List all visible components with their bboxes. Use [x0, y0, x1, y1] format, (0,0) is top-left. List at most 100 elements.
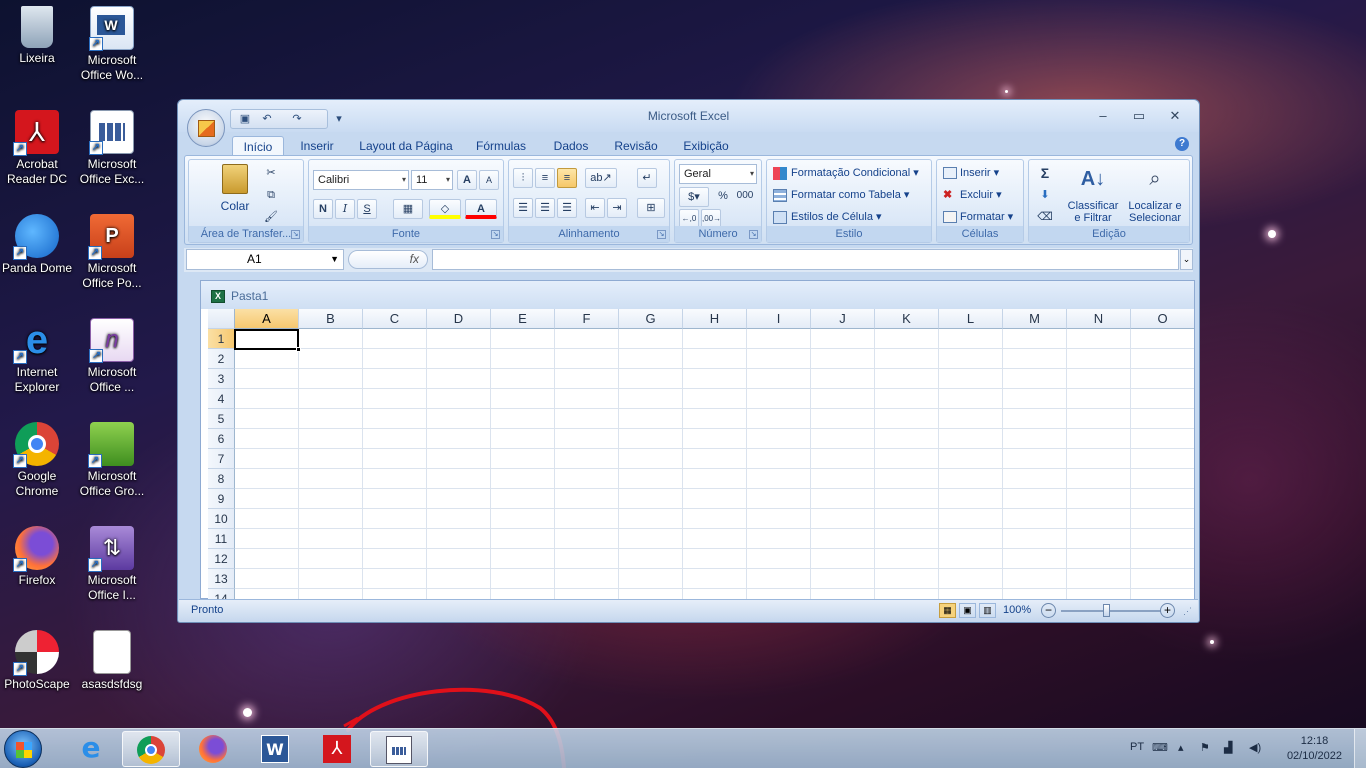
font-name-select[interactable]: Calibri ▾ — [313, 170, 409, 190]
dialog-launcher-icon[interactable]: ↘ — [491, 230, 500, 239]
show-hidden-icons-icon[interactable]: ▴ — [1178, 741, 1184, 754]
workbook-title-bar[interactable]: X Pasta1 — [201, 281, 1194, 309]
font-color-icon[interactable]: A — [465, 199, 497, 219]
shrink-font-icon[interactable]: A — [479, 170, 499, 190]
tab-inserir[interactable]: Inserir — [292, 136, 342, 156]
volume-icon[interactable]: ◀) — [1249, 741, 1261, 754]
show-desktop-button[interactable] — [1354, 729, 1366, 768]
resize-grip-icon[interactable]: ⋰ — [1183, 606, 1192, 617]
page-layout-view-icon[interactable]: ▣ — [959, 603, 976, 618]
redo-icon[interactable]: ↷ — [289, 112, 305, 127]
wrap-text-icon[interactable]: ↵ — [637, 168, 657, 188]
row-header[interactable]: 13 — [208, 569, 235, 589]
underline-button[interactable]: S — [357, 199, 377, 219]
row-header[interactable]: 10 — [208, 509, 235, 529]
thousands-button[interactable]: 000 — [735, 187, 755, 207]
tab-exibicao[interactable]: Exibição — [676, 136, 736, 156]
spreadsheet-grid[interactable]: A B C D E F G H I J K L M N O 1 2 3 4 5 6 7 8 9 10 11 12 13 14 — [208, 309, 1194, 599]
row-header[interactable]: 11 — [208, 529, 235, 549]
zoom-out-icon[interactable]: − — [1041, 603, 1056, 618]
insert-cells-button[interactable]: Inserir ▾ — [943, 166, 999, 180]
font-size-select[interactable]: 11 ▾ — [411, 170, 453, 190]
find-select-button[interactable]: ⌕ Localizar e Selecionar — [1123, 164, 1187, 224]
row-header[interactable]: 6 — [208, 429, 235, 449]
zoom-slider[interactable] — [1061, 610, 1161, 612]
merge-center-icon[interactable]: ⊞ — [637, 198, 665, 218]
fill-handle[interactable] — [296, 347, 301, 352]
desktop-icon-excel[interactable]: ↗ Microsoft Office Exc... — [75, 110, 149, 187]
row-header[interactable]: 5 — [208, 409, 235, 429]
column-header[interactable]: M — [1003, 309, 1067, 329]
paste-button[interactable]: Colar — [211, 164, 259, 224]
column-header[interactable]: C — [363, 309, 427, 329]
row-header[interactable]: 7 — [208, 449, 235, 469]
tab-formulas[interactable]: Fórmulas — [470, 136, 532, 156]
office-button[interactable] — [187, 109, 225, 147]
taskbar-excel[interactable] — [370, 731, 428, 767]
row-header[interactable]: 14 — [208, 589, 235, 599]
align-top-icon[interactable]: ⫶ — [513, 168, 533, 188]
fill-color-icon[interactable]: ◇ — [429, 199, 461, 219]
column-header[interactable]: D — [427, 309, 491, 329]
row-header[interactable]: 12 — [208, 549, 235, 569]
keyboard-icon[interactable]: ⌨ — [1152, 741, 1168, 754]
taskbar-firefox[interactable] — [184, 731, 242, 767]
desktop-icon-firefox[interactable]: ↗ Firefox — [0, 526, 74, 588]
help-icon[interactable]: ? — [1175, 137, 1189, 151]
column-header[interactable]: I — [747, 309, 811, 329]
expand-formula-bar-icon[interactable]: ⌄ — [1180, 249, 1193, 270]
close-button[interactable]: ✕ — [1161, 106, 1189, 126]
clock[interactable]: 12:18 02/10/2022 — [1287, 734, 1342, 764]
name-box[interactable]: A1 ▼ — [186, 249, 344, 270]
desktop-icon-acrobat[interactable]: ⅄ ↗ Acrobat Reader DC — [0, 110, 74, 187]
clear-icon[interactable]: ⌫ — [1035, 208, 1055, 228]
desktop-icon-panda[interactable]: ↗ Panda Dome — [0, 214, 74, 276]
selected-cell[interactable] — [234, 329, 301, 352]
insert-function-button[interactable]: fx — [348, 250, 428, 269]
customize-qat-icon[interactable]: ▾ — [331, 112, 347, 127]
formula-input[interactable] — [432, 249, 1179, 270]
tab-dados[interactable]: Dados — [546, 136, 596, 156]
column-header[interactable]: G — [619, 309, 683, 329]
format-cells-button[interactable]: Formatar ▾ — [943, 210, 1013, 224]
undo-icon[interactable]: ↶ — [259, 112, 275, 127]
format-painter-icon[interactable]: 🖌 — [261, 208, 281, 228]
desktop-icon-word[interactable]: W ↗ Microsoft Office Wo... — [75, 6, 149, 83]
column-header[interactable]: A — [235, 309, 299, 329]
page-break-view-icon[interactable]: ▥ — [979, 603, 996, 618]
select-all-corner[interactable] — [208, 309, 235, 329]
zoom-level[interactable]: 100% — [1003, 604, 1031, 616]
desktop-icon-recycle-bin[interactable]: Lixeira — [0, 6, 74, 66]
align-middle-icon[interactable]: ≡ — [535, 168, 555, 188]
align-left-icon[interactable]: ☰ — [513, 198, 533, 218]
grow-font-icon[interactable]: A — [457, 170, 477, 190]
row-header[interactable]: 4 — [208, 389, 235, 409]
row-header[interactable]: 2 — [208, 349, 235, 369]
delete-cells-button[interactable]: ✖ Excluir ▾ — [943, 188, 1002, 201]
dialog-launcher-icon[interactable]: ↘ — [749, 230, 758, 239]
increase-indent-icon[interactable]: ⇥ — [607, 198, 627, 218]
desktop-icon-onenote[interactable]: n ↗ Microsoft Office ... — [75, 318, 149, 395]
align-bottom-icon[interactable]: ≡ — [557, 168, 577, 188]
column-header[interactable]: H — [683, 309, 747, 329]
format-as-table-button[interactable]: Formatar como Tabela ▾ — [773, 188, 909, 202]
number-format-select[interactable]: Geral ▾ — [679, 164, 757, 184]
conditional-formatting-button[interactable]: Formatação Condicional ▾ — [773, 166, 919, 180]
borders-icon[interactable]: ▦ — [393, 199, 423, 219]
taskbar-acrobat[interactable]: ⅄ — [308, 731, 366, 767]
taskbar-ie[interactable]: e — [62, 731, 120, 767]
bold-button[interactable]: N — [313, 199, 333, 219]
desktop-icon-chrome[interactable]: ↗ Google Chrome — [0, 422, 74, 499]
tab-revisao[interactable]: Revisão — [608, 136, 664, 156]
desktop-icon-ie[interactable]: e ↗ Internet Explorer — [0, 318, 74, 395]
italic-button[interactable]: I — [335, 199, 355, 219]
zoom-in-icon[interactable]: + — [1160, 603, 1175, 618]
sort-filter-button[interactable]: A↓ Classificar e Filtrar — [1063, 164, 1123, 224]
column-header[interactable]: B — [299, 309, 363, 329]
row-header[interactable]: 9 — [208, 489, 235, 509]
fill-icon[interactable]: ⬇ — [1035, 186, 1055, 206]
zoom-slider-thumb[interactable] — [1103, 604, 1110, 617]
column-header[interactable]: N — [1067, 309, 1131, 329]
minimize-button[interactable]: ‒ — [1089, 106, 1117, 126]
orientation-icon[interactable]: ab↗ — [585, 168, 617, 188]
